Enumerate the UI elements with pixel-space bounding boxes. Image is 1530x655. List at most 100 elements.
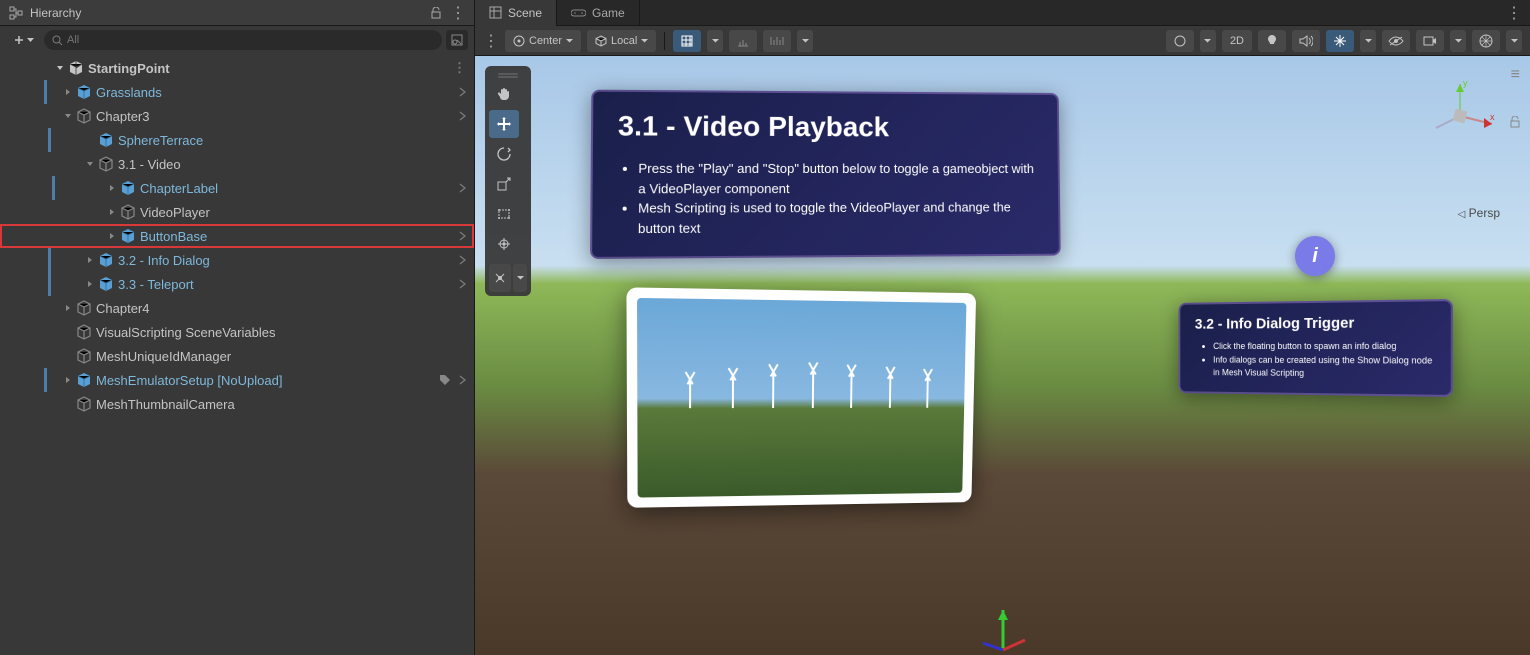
tree-row[interactable]: MeshThumbnailCamera bbox=[0, 392, 474, 416]
foldout-icon[interactable] bbox=[62, 398, 74, 410]
viewport-lock-icon[interactable] bbox=[1510, 116, 1520, 128]
tree-item-label: MeshEmulatorSetup [NoUpload] bbox=[96, 373, 282, 388]
foldout-icon[interactable] bbox=[62, 302, 74, 314]
foldout-icon[interactable] bbox=[62, 110, 74, 122]
rect-tool-button[interactable] bbox=[489, 200, 519, 228]
foldout-icon[interactable] bbox=[62, 86, 74, 98]
tree-row[interactable]: VideoPlayer bbox=[0, 200, 474, 224]
scene-row[interactable]: StartingPoint ⋮ bbox=[0, 56, 474, 80]
search-input[interactable] bbox=[67, 34, 434, 46]
fx-dropdown[interactable] bbox=[1360, 30, 1376, 52]
tree-row[interactable]: SphereTerrace bbox=[0, 128, 474, 152]
scene-panel-menu-icon[interactable]: ⋮ bbox=[1506, 5, 1522, 21]
gizmos-toggle-button[interactable] bbox=[1472, 30, 1500, 52]
gameobject-icon bbox=[120, 180, 136, 196]
snap-toggle-button[interactable] bbox=[763, 30, 791, 52]
scene-toolbar: ⋮ Center Local 2D bbox=[475, 26, 1530, 56]
foldout-icon[interactable] bbox=[84, 254, 96, 266]
camera-button[interactable] bbox=[1416, 30, 1444, 52]
scene-tabs: Scene Game ⋮ bbox=[475, 0, 1530, 26]
info-dialog-button[interactable]: i bbox=[1295, 236, 1335, 276]
tree-row[interactable]: ChapterLabel bbox=[0, 176, 474, 200]
hierarchy-title: Hierarchy bbox=[30, 6, 81, 20]
custom-tool-dropdown[interactable] bbox=[513, 264, 527, 292]
prefab-open-icon[interactable] bbox=[459, 231, 466, 241]
gameobject-icon bbox=[76, 300, 92, 316]
tree-row[interactable]: 3.3 - Teleport bbox=[0, 272, 474, 296]
tree-row[interactable]: MeshUniqueIdManager bbox=[0, 344, 474, 368]
camera-dropdown[interactable] bbox=[1450, 30, 1466, 52]
panel-grip[interactable] bbox=[489, 70, 527, 78]
scene-viewport[interactable]: 3.1 - Video Playback Press the "Play" an… bbox=[475, 56, 1530, 655]
projection-label[interactable]: ◁ Persp bbox=[1458, 206, 1500, 220]
hand-tool-button[interactable] bbox=[489, 80, 519, 108]
tree-row[interactable]: 3.2 - Info Dialog bbox=[0, 248, 474, 272]
foldout-icon[interactable] bbox=[84, 278, 96, 290]
lighting-toggle-button[interactable] bbox=[1258, 30, 1286, 52]
add-button[interactable] bbox=[6, 30, 40, 50]
gizmos-dropdown[interactable] bbox=[1506, 30, 1522, 52]
chapter-label-panel: 3.1 - Video Playback Press the "Play" an… bbox=[590, 90, 1061, 259]
hierarchy-icon bbox=[8, 5, 24, 21]
tree-item-label: 3.2 - Info Dialog bbox=[118, 253, 210, 268]
toolbar-menu-icon[interactable]: ⋮ bbox=[483, 33, 499, 49]
foldout-icon[interactable] bbox=[62, 326, 74, 338]
orientation-gizmo[interactable]: y x bbox=[1420, 76, 1500, 156]
scene-tab-label: Scene bbox=[508, 6, 542, 20]
debug-dropdown[interactable] bbox=[1200, 30, 1216, 52]
gameobject-icon bbox=[76, 372, 92, 388]
snap-increment-button[interactable] bbox=[729, 30, 757, 52]
tab-game[interactable]: Game bbox=[557, 0, 640, 26]
chapter-bullet: Press the "Play" and "Stop" button below… bbox=[638, 159, 1035, 199]
transform-tool-button[interactable] bbox=[489, 230, 519, 258]
prefab-open-icon[interactable] bbox=[459, 87, 466, 97]
foldout-icon[interactable] bbox=[106, 206, 118, 218]
tree-row[interactable]: Chapter4 bbox=[0, 296, 474, 320]
foldout-icon[interactable] bbox=[106, 230, 118, 242]
foldout-icon[interactable] bbox=[62, 350, 74, 362]
scale-tool-button[interactable] bbox=[489, 170, 519, 198]
visibility-toggle-button[interactable] bbox=[1382, 30, 1410, 52]
foldout-icon[interactable] bbox=[84, 134, 96, 146]
info-dialog-bullet: Click the floating button to spawn an in… bbox=[1213, 340, 1434, 354]
tree-row[interactable]: MeshEmulatorSetup [NoUpload] bbox=[0, 368, 474, 392]
custom-tool-button[interactable] bbox=[489, 264, 511, 292]
tree-row[interactable]: Grasslands bbox=[0, 80, 474, 104]
audio-toggle-button[interactable] bbox=[1292, 30, 1320, 52]
cube-icon bbox=[595, 35, 607, 47]
2d-toggle-button[interactable]: 2D bbox=[1222, 30, 1252, 52]
fx-toggle-button[interactable] bbox=[1326, 30, 1354, 52]
space-mode-button[interactable]: Local bbox=[587, 30, 656, 52]
search-type-button[interactable] bbox=[446, 30, 468, 50]
snap-dropdown[interactable] bbox=[797, 30, 813, 52]
foldout-icon[interactable] bbox=[62, 374, 74, 386]
prefab-open-icon[interactable] bbox=[459, 183, 466, 193]
hierarchy-header: Hierarchy ⋮ bbox=[0, 0, 474, 26]
prefab-open-icon[interactable] bbox=[459, 111, 466, 121]
foldout-icon[interactable] bbox=[84, 158, 96, 170]
scene-panel: Scene Game ⋮ ⋮ Center Local 2D bbox=[475, 0, 1530, 655]
tree-item-label: VideoPlayer bbox=[140, 205, 210, 220]
foldout-icon[interactable] bbox=[54, 62, 66, 74]
grid-snap-button[interactable] bbox=[673, 30, 701, 52]
tree-row[interactable]: ButtonBase bbox=[0, 224, 474, 248]
move-tool-button[interactable] bbox=[489, 110, 519, 138]
tree-row[interactable]: Chapter3 bbox=[0, 104, 474, 128]
pivot-mode-button[interactable]: Center bbox=[505, 30, 581, 52]
prefab-open-icon[interactable] bbox=[459, 255, 466, 265]
rotate-tool-button[interactable] bbox=[489, 140, 519, 168]
tree-row[interactable]: 3.1 - Video bbox=[0, 152, 474, 176]
panel-menu-icon[interactable]: ⋮ bbox=[450, 5, 466, 21]
lock-icon[interactable] bbox=[428, 5, 444, 21]
viewport-menu-icon[interactable]: ≡ bbox=[1511, 66, 1520, 84]
foldout-icon[interactable] bbox=[106, 182, 118, 194]
tab-scene[interactable]: Scene bbox=[475, 0, 557, 26]
hierarchy-search[interactable] bbox=[44, 30, 442, 50]
scene-menu-icon[interactable]: ⋮ bbox=[453, 60, 466, 76]
tree-row[interactable]: VisualScripting SceneVariables bbox=[0, 320, 474, 344]
scene-icon bbox=[68, 60, 84, 76]
debug-draw-button[interactable] bbox=[1166, 30, 1194, 52]
grid-snap-dropdown[interactable] bbox=[707, 30, 723, 52]
transform-gizmo[interactable] bbox=[973, 595, 1033, 655]
prefab-open-icon[interactable] bbox=[459, 279, 466, 289]
